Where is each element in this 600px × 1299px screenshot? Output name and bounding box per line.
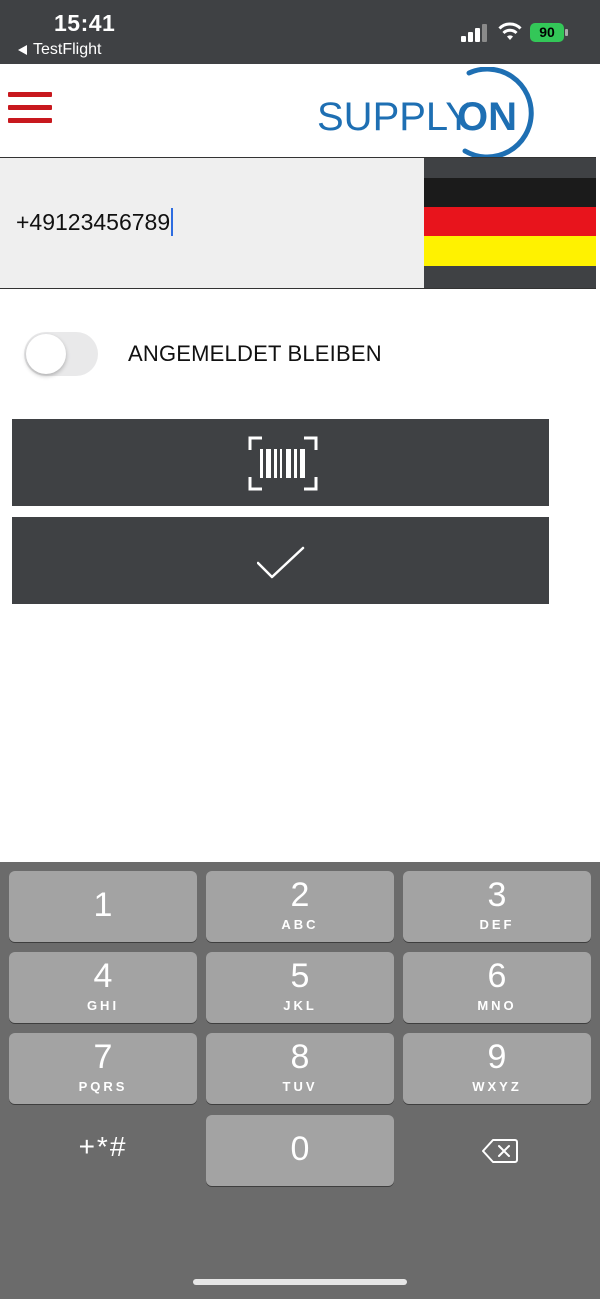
key-digit: 5 (290, 957, 310, 995)
back-app-label: TestFlight (33, 41, 102, 58)
key-8[interactable]: 8 TUV (206, 1033, 394, 1104)
country-selector[interactable] (424, 158, 596, 288)
cellular-signal-icon (461, 24, 487, 42)
key-digit: 4 (93, 957, 113, 995)
key-digit: 6 (487, 957, 507, 995)
toggle-knob (26, 334, 66, 374)
key-letters: PQRS (78, 1079, 128, 1094)
key-2[interactable]: 2 ABC (206, 871, 394, 942)
key-0[interactable]: 0 (206, 1115, 394, 1186)
status-bar: 15:41 TestFlight 90 (0, 0, 600, 64)
wifi-icon (498, 22, 522, 40)
backspace-icon (482, 1139, 518, 1163)
numeric-keypad: 1 2 ABC 3 DEF 4 GHI 5 JKL 6 MNO 7 PQRS 8… (0, 862, 600, 1299)
key-letters: MNO (477, 998, 517, 1013)
checkmark-icon (257, 546, 305, 579)
key-letters: WXYZ (472, 1079, 522, 1094)
app-header: SUPPLY ON (0, 64, 600, 159)
symbols-label: +*# (78, 1131, 128, 1162)
battery-level: 90 (539, 24, 555, 40)
phone-number-input[interactable]: +49123456789 (0, 158, 424, 288)
stay-logged-in-toggle[interactable] (24, 332, 98, 376)
key-digit: 9 (487, 1038, 507, 1076)
symbols-key[interactable]: +*# (9, 1115, 197, 1186)
key-4[interactable]: 4 GHI (9, 952, 197, 1023)
svg-text:ON: ON (457, 95, 517, 139)
hamburger-icon[interactable] (8, 92, 52, 124)
key-digit: 8 (290, 1038, 310, 1076)
key-1[interactable]: 1 (9, 871, 197, 942)
clock: 15:41 (54, 10, 116, 36)
germany-flag-icon (424, 178, 596, 268)
back-arrow-icon (18, 45, 27, 55)
home-indicator[interactable] (193, 1279, 407, 1285)
barcode-scan-button[interactable] (12, 419, 549, 506)
key-digit: 7 (93, 1038, 113, 1076)
key-5[interactable]: 5 JKL (206, 952, 394, 1023)
key-letters: GHI (86, 998, 120, 1013)
key-7[interactable]: 7 PQRS (9, 1033, 197, 1104)
key-letters: ABC (281, 917, 319, 932)
key-digit: 0 (290, 1130, 310, 1168)
key-letters: JKL (283, 998, 317, 1013)
key-3[interactable]: 3 DEF (403, 871, 591, 942)
battery-icon: 90 (530, 23, 568, 42)
phone-row: +49123456789 (0, 157, 596, 289)
key-letters: TUV (282, 1079, 318, 1094)
delete-key[interactable] (403, 1115, 591, 1186)
key-digit: 1 (93, 886, 113, 924)
phone-number-value: +49123456789 (16, 209, 171, 235)
key-digit: 2 (290, 876, 310, 914)
key-letters: DEF (479, 917, 515, 932)
barcode-scan-icon (248, 436, 318, 491)
confirm-button[interactable] (12, 517, 549, 604)
text-cursor (171, 208, 174, 236)
key-6[interactable]: 6 MNO (403, 952, 591, 1023)
svg-text:SUPPLY: SUPPLY (317, 95, 472, 139)
key-9[interactable]: 9 WXYZ (403, 1033, 591, 1104)
supplyon-logo: SUPPLY ON (317, 67, 534, 159)
key-digit: 3 (487, 876, 507, 914)
stay-logged-in-label: ANGEMELDET BLEIBEN (128, 341, 382, 366)
back-to-app-link[interactable]: TestFlight (18, 41, 101, 59)
